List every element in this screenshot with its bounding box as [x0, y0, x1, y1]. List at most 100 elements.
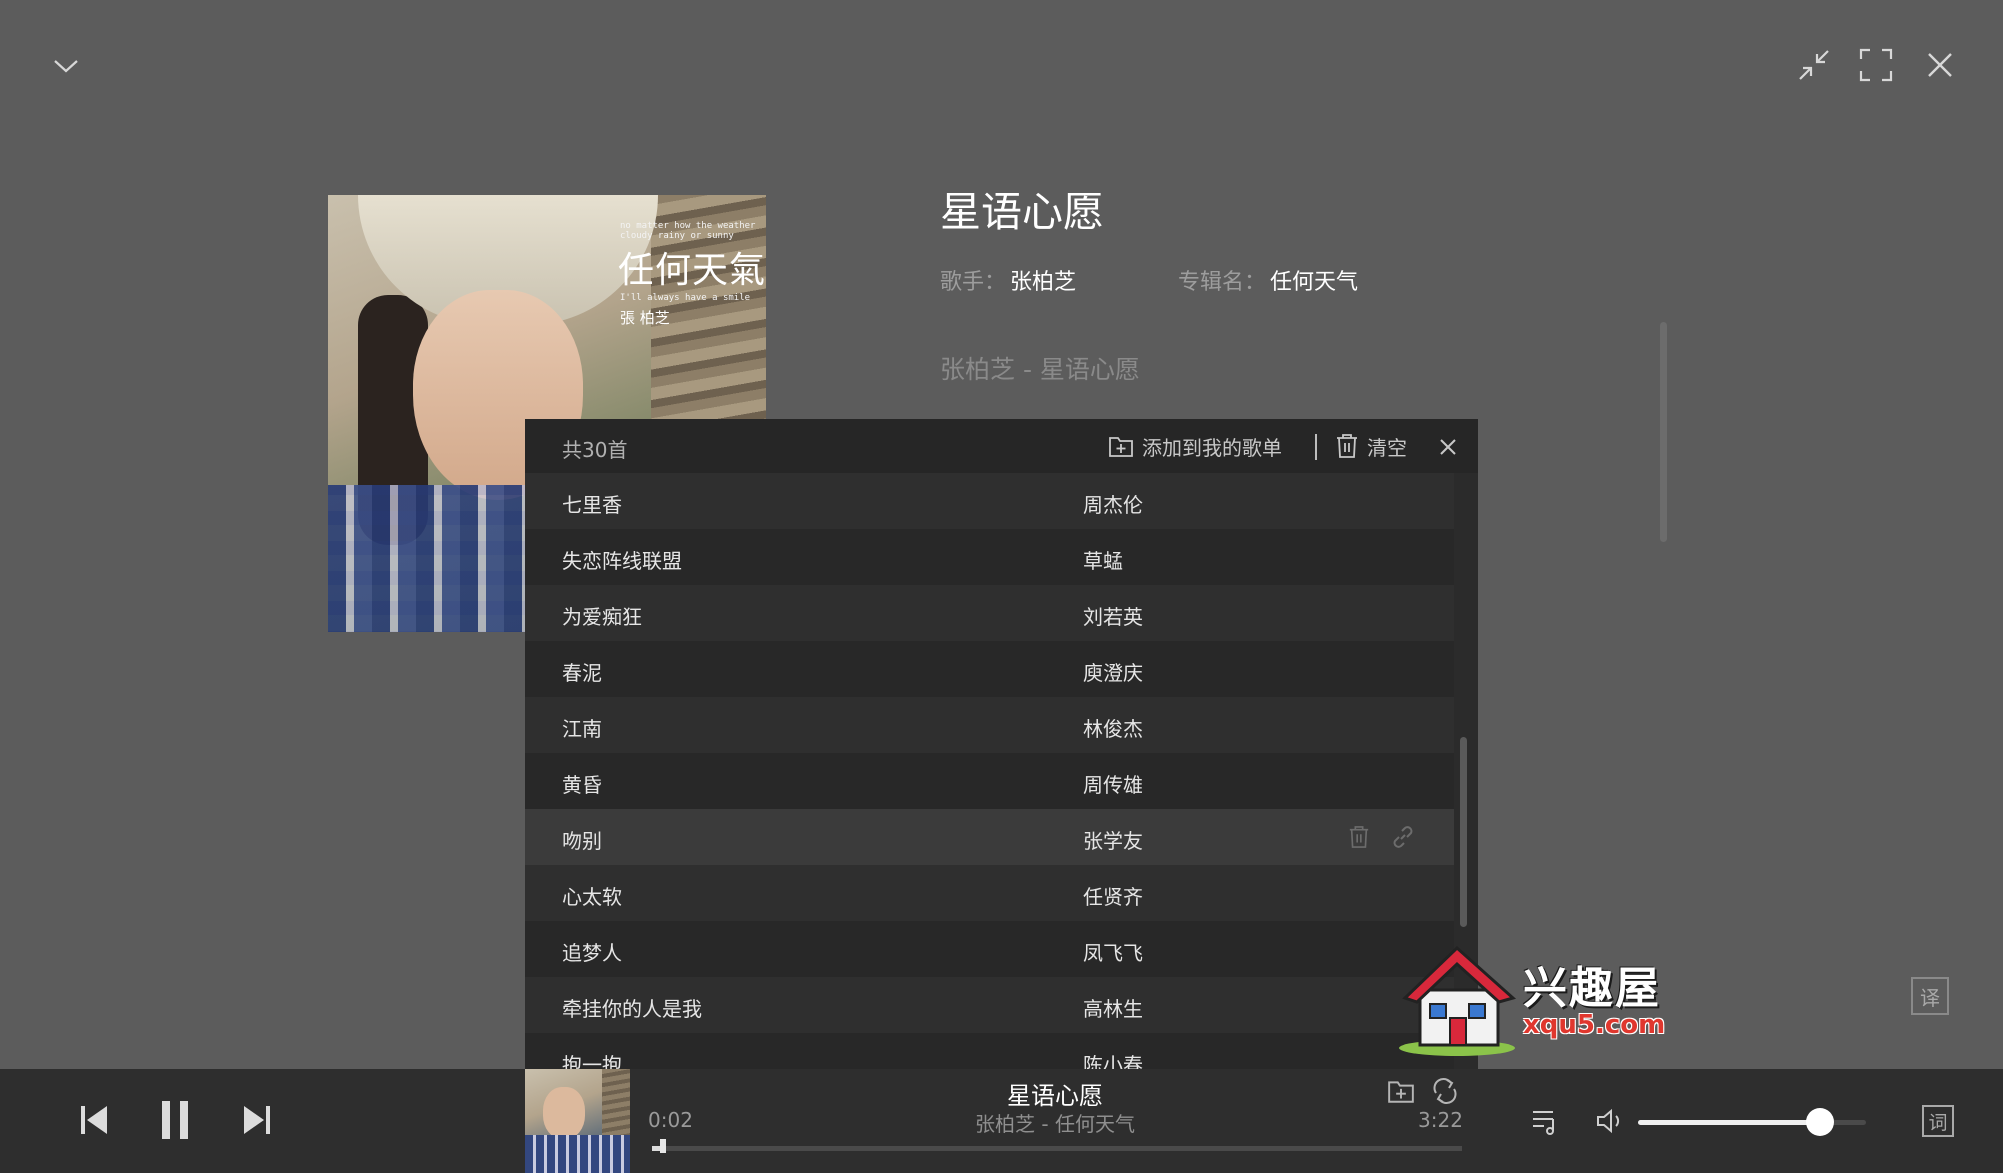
volume-fill: [1638, 1120, 1821, 1125]
row-share-link-button[interactable]: [1387, 821, 1419, 853]
trash-icon: [1349, 826, 1369, 848]
playlist-toggle-button[interactable]: [1528, 1103, 1564, 1139]
folder-add-icon: [1388, 1081, 1414, 1103]
row-artist[interactable]: 陈小春: [1083, 1049, 1143, 1069]
lyric-line: 张柏芝 - 星语心愿: [940, 355, 1140, 384]
row-delete-button[interactable]: [1343, 821, 1375, 853]
row-song-name: 失恋阵线联盟: [562, 549, 682, 573]
row-song-name: 牵挂你的人是我: [562, 997, 702, 1021]
album-label: 专辑名：: [1178, 270, 1267, 295]
playlist-scrollbar[interactable]: [1460, 737, 1467, 927]
previous-button[interactable]: [74, 1097, 114, 1143]
row-song-name: 心太软: [562, 885, 622, 909]
row-artist[interactable]: 任贤齐: [1083, 881, 1143, 910]
playlist-row[interactable]: 七里香 周杰伦: [525, 473, 1454, 529]
lyric-scrollbar[interactable]: [1660, 322, 1667, 542]
now-playing-title: 星语心愿: [1007, 1082, 1103, 1110]
row-artist[interactable]: 林俊杰: [1083, 713, 1143, 742]
volume-slider[interactable]: [1638, 1108, 1866, 1136]
thumbnail-shirt: [525, 1135, 630, 1173]
fullscreen-icon: [1859, 48, 1893, 82]
fullscreen-button[interactable]: [1857, 46, 1895, 84]
row-song-name: 江南: [562, 717, 602, 741]
row-artist[interactable]: 周杰伦: [1083, 489, 1143, 518]
album-link[interactable]: 任何天气: [1270, 264, 1358, 296]
playlist-count: 共30首: [562, 438, 628, 462]
close-icon: [1928, 53, 1952, 77]
house-logo-icon: [1399, 945, 1517, 1056]
playlist-row[interactable]: 黄昏 周传雄: [525, 753, 1454, 809]
translate-button[interactable]: 译: [1911, 977, 1949, 1015]
volume-button[interactable]: [1592, 1103, 1628, 1139]
header-separator: [1315, 434, 1317, 460]
row-artist[interactable]: 高林生: [1083, 993, 1143, 1022]
speaker-icon: [1597, 1108, 1620, 1134]
next-button[interactable]: [237, 1097, 277, 1143]
playlist-row[interactable]: 追梦人 凤飞飞: [525, 921, 1454, 977]
link-icon: [1393, 826, 1413, 848]
progress-bar[interactable]: [652, 1139, 1462, 1153]
row-artist[interactable]: 庾澄庆: [1083, 657, 1143, 686]
watermark-url: xqu5.com: [1523, 1010, 1666, 1040]
playlist-row[interactable]: 为爱痴狂 刘若英: [525, 585, 1454, 641]
cover-title: 任何天氣: [618, 250, 766, 291]
playlist-row[interactable]: 抱一抱 陈小春: [525, 1033, 1454, 1069]
chevron-down-icon: [54, 60, 78, 73]
cover-subline: I'll always have a smile: [620, 293, 751, 303]
song-meta: 歌手： 张柏芝 专辑名： 任何天气: [940, 264, 1358, 296]
collapse-button[interactable]: [48, 50, 84, 82]
total-time: 3:22: [1418, 1108, 1463, 1132]
clear-playlist-button[interactable]: 清空: [1335, 428, 1407, 464]
row-song-name: 春泥: [562, 661, 602, 685]
row-song-name: 七里香: [562, 493, 622, 517]
playlist-rows: 七里香 周杰伦 失恋阵线联盟 草蜢 为爱痴狂 刘若英 春泥 庾澄庆 江南 林俊杰…: [525, 473, 1454, 1069]
thumbnail-face: [543, 1087, 585, 1139]
playlist-row-hovered[interactable]: 吻别 张学友: [525, 809, 1454, 865]
current-time: 0:02: [648, 1108, 693, 1132]
row-song-name: 黄昏: [562, 773, 602, 797]
close-icon: [1440, 439, 1456, 455]
playlist-header: 共30首 添加到我的歌单 清空: [525, 419, 1478, 473]
mini-mode-button[interactable]: [1795, 46, 1833, 84]
add-to-playlist-label: 添加到我的歌单: [1142, 435, 1282, 460]
row-song-name: 抱一抱: [562, 1053, 622, 1069]
skip-next-icon: [244, 1106, 270, 1134]
row-artist[interactable]: 张学友: [1083, 825, 1143, 854]
trash-icon: [1337, 434, 1357, 458]
progress-fill: [652, 1146, 661, 1151]
clear-playlist-label: 清空: [1367, 435, 1407, 460]
shrink-icon: [1799, 50, 1829, 80]
repeat-icon: [1433, 1078, 1457, 1104]
playlist-row[interactable]: 心太软 任贤齐: [525, 865, 1454, 921]
song-title: 星语心愿: [940, 188, 1104, 236]
desktop-lyrics-button[interactable]: 词: [1922, 1105, 1954, 1137]
playlist-row[interactable]: 失恋阵线联盟 草蜢: [525, 529, 1454, 585]
playlist-row[interactable]: 牵挂你的人是我 高林生: [525, 977, 1454, 1033]
row-song-name: 吻别: [562, 829, 602, 853]
cover-tagline: no matter how the weather cloudy rainy o…: [620, 221, 756, 241]
playlist-row[interactable]: 江南 林俊杰: [525, 697, 1454, 753]
add-to-playlist-button[interactable]: 添加到我的歌单: [1108, 428, 1282, 464]
row-song-name: 追梦人: [562, 941, 622, 965]
folder-add-icon: [1109, 437, 1133, 457]
playlist-row[interactable]: 春泥 庾澄庆: [525, 641, 1454, 697]
row-artist[interactable]: 周传雄: [1083, 769, 1143, 798]
row-artist[interactable]: 凤飞飞: [1083, 937, 1143, 966]
pause-icon: [162, 1101, 188, 1139]
add-to-playlist-small-button[interactable]: [1384, 1075, 1418, 1107]
row-artist[interactable]: 刘若英: [1083, 601, 1143, 630]
now-playing-thumbnail[interactable]: [525, 1069, 630, 1173]
close-playlist-button[interactable]: [1433, 432, 1463, 462]
skip-previous-icon: [81, 1106, 107, 1134]
row-song-name: 为爱痴狂: [562, 605, 642, 629]
cover-artist: 張 柏芝: [620, 309, 670, 327]
window-close-button[interactable]: [1921, 46, 1959, 84]
loop-mode-button[interactable]: [1428, 1075, 1462, 1107]
now-playing-subtitle: 张柏芝 - 任何天气: [975, 1112, 1135, 1136]
pause-button[interactable]: [155, 1095, 195, 1145]
progress-knob[interactable]: [660, 1139, 667, 1153]
artist-label: 歌手：: [940, 270, 1007, 295]
artist-link[interactable]: 张柏芝: [1010, 264, 1076, 296]
playlist-icon: [1533, 1111, 1554, 1135]
row-artist[interactable]: 草蜢: [1083, 545, 1123, 574]
